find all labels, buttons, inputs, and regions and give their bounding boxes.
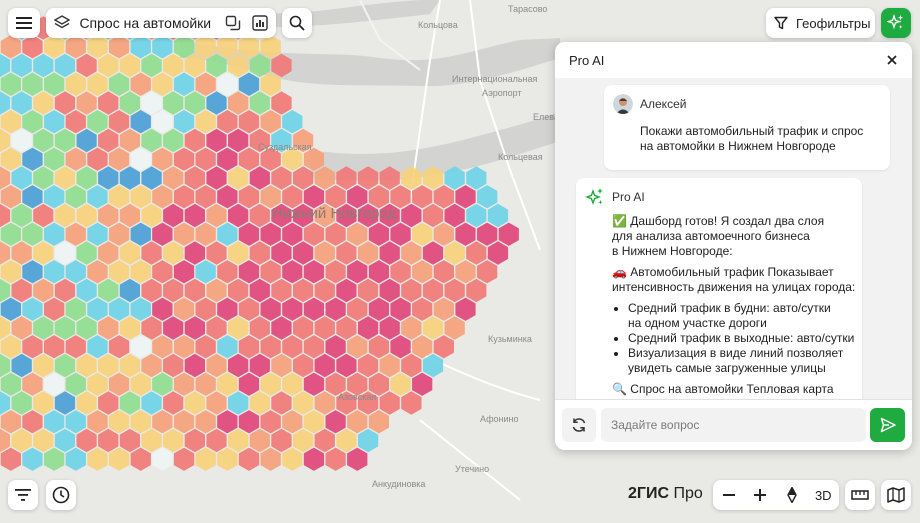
- send-icon: [880, 417, 896, 433]
- history-button[interactable]: [46, 480, 76, 510]
- place-label: Интернациональная: [452, 74, 538, 84]
- city-label: Нижний Новгород: [272, 205, 396, 222]
- user-message: Алексей Покажи автомобильный трафик и сп…: [604, 85, 890, 170]
- search-button[interactable]: [282, 8, 312, 38]
- pro-ai-button[interactable]: [881, 8, 911, 38]
- user-name: Алексей: [640, 97, 687, 111]
- refresh-icon: [572, 418, 586, 432]
- zoom-in-button[interactable]: [746, 479, 774, 511]
- zoom-out-button[interactable]: [715, 479, 743, 511]
- send-button[interactable]: [870, 408, 905, 442]
- search-icon: [289, 15, 305, 31]
- list-item: Средний трафик в выходные: авто/сутки: [628, 331, 857, 346]
- layer-title[interactable]: Спрос на автомойки: [75, 15, 219, 31]
- message-line: интенсивность движения на улицах города:: [612, 280, 856, 294]
- panel-header: Pro AI: [555, 42, 912, 78]
- chat-input-bar: [555, 399, 912, 450]
- place-label: Утечино: [455, 464, 489, 474]
- compass-button[interactable]: [778, 479, 806, 511]
- place-label: Афонино: [480, 414, 519, 424]
- compass-icon: [786, 487, 797, 503]
- list-item: Средний трафик в будни: авто/суткина одн…: [628, 301, 857, 331]
- message-line: 🚗 Автомобильный трафик Показывает: [612, 265, 834, 279]
- user-avatar-icon: [613, 94, 633, 114]
- sparkle-icon: [887, 14, 904, 30]
- avatar: [613, 94, 633, 114]
- geofilters-button[interactable]: Геофильтры: [766, 8, 875, 38]
- layers-button[interactable]: [48, 7, 75, 39]
- pro-ai-panel: Pro AI Алексей Покажи автомобильный траф…: [555, 42, 912, 450]
- layers-icon: [53, 15, 70, 29]
- ruler-button[interactable]: [845, 480, 875, 510]
- list-item: Визуализация в виде линий позволяетувиде…: [628, 346, 857, 376]
- copy-icon: [225, 15, 241, 31]
- question-input[interactable]: [601, 408, 866, 442]
- filter-icon: [774, 16, 788, 30]
- panel-title: Pro AI: [569, 53, 605, 68]
- place-label: Суздальская: [258, 142, 312, 152]
- copy-layer-button[interactable]: [219, 7, 246, 39]
- ai-message: Pro AI ✅ Дашборд готов! Я создал два сло…: [576, 178, 862, 408]
- place-label: Аэропорт: [482, 88, 522, 98]
- ai-message-text: ✅ Дашборд готов! Я создал два слоя для а…: [612, 214, 857, 397]
- place-label: Кольцова: [418, 20, 458, 30]
- place-label: Азовская: [338, 392, 376, 402]
- minus-icon: [722, 494, 735, 496]
- sparkle-icon: [585, 188, 603, 206]
- list-filter-button[interactable]: [8, 480, 38, 510]
- place-label: Анкудиновка: [372, 479, 425, 489]
- ai-name: Pro AI: [612, 190, 645, 204]
- clock-icon: [52, 486, 70, 504]
- place-label: Кольцевая: [498, 152, 543, 162]
- hamburger-icon: [16, 17, 32, 29]
- ai-avatar: [585, 187, 605, 207]
- chart-icon: [252, 15, 268, 31]
- message-line: ✅ Дашборд готов! Я создал два слоя: [612, 214, 825, 228]
- message-line: на автомойки в Нижнем Новгороде: [640, 139, 836, 153]
- close-button[interactable]: [882, 50, 902, 70]
- 3d-toggle-button[interactable]: 3D: [809, 479, 837, 511]
- map-icon: [887, 487, 905, 503]
- refresh-button[interactable]: [562, 408, 596, 442]
- layer-toolbar: Спрос на автомойки: [46, 8, 276, 38]
- map-controls: 3D: [713, 480, 839, 510]
- geofilters-label: Геофильтры: [796, 15, 871, 31]
- traffic-list: Средний трафик в будни: авто/суткина одн…: [612, 301, 857, 376]
- filter-lines-icon: [15, 489, 31, 501]
- message-line: в Нижнем Новгороде:: [612, 244, 733, 258]
- dashboard-button[interactable]: [247, 7, 274, 39]
- user-message-text: Покажи автомобильный трафик и спрос на а…: [640, 124, 863, 154]
- plus-icon: [754, 489, 767, 501]
- ruler-icon: [851, 490, 869, 500]
- map-layers-button[interactable]: [881, 480, 911, 510]
- place-label: Кузьминка: [488, 334, 532, 344]
- close-icon: [887, 55, 897, 65]
- message-line: для анализа автомоечного бизнеса: [612, 229, 810, 243]
- brand-logo: 2ГИС Про: [628, 485, 703, 502]
- place-label: Тарасово: [508, 4, 547, 14]
- menu-button[interactable]: [8, 8, 40, 38]
- message-line: 🔍 Спрос на автомойки Тепловая карта: [612, 382, 834, 396]
- message-line: Покажи автомобильный трафик и спрос: [640, 124, 864, 138]
